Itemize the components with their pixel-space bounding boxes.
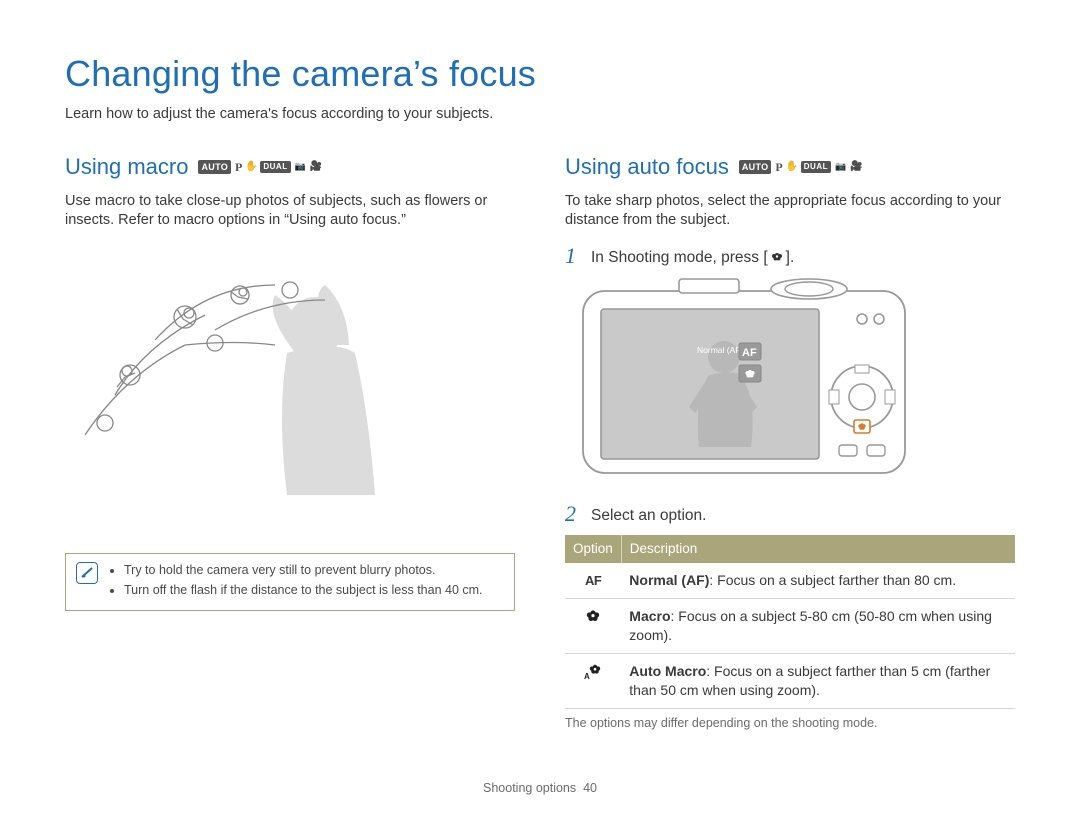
flower-button-icon [768, 248, 786, 266]
macro-paragraph: Use macro to take close-up photos of sub… [65, 192, 515, 231]
camera-diagram: Normal (AF) AF [579, 277, 1015, 483]
step-2: 2 Select an option. [565, 503, 1015, 527]
column-right: Using auto focus AUTO P DUAL To take sha… [565, 152, 1015, 731]
flower-icon [584, 607, 602, 625]
section-heading-autofocus: Using auto focus AUTO P DUAL [565, 152, 1015, 182]
col-option: Option [565, 535, 621, 563]
step-2-text: Select an option. [591, 506, 706, 527]
mode-dual-icon: DUAL [801, 161, 831, 174]
option-icon-auto-macro: A [565, 653, 621, 708]
option-icon-normal-af: AF [565, 563, 621, 598]
mode-p-icon: P [235, 159, 242, 175]
step-1-post: ]. [786, 249, 795, 266]
mode-camera-icon [835, 160, 846, 174]
section-heading-macro: Using macro AUTO P DUAL [65, 152, 515, 182]
col-description: Description [621, 535, 1015, 563]
table-row: A Auto Macro: Focus on a subject farther… [565, 653, 1015, 708]
illustration-svg [65, 245, 495, 535]
heading-label: Using macro [65, 152, 188, 182]
mode-strip-autofocus: AUTO P DUAL [739, 159, 863, 175]
screen-label: Normal (AF) [697, 345, 743, 355]
camera-back-svg: Normal (AF) AF [579, 277, 909, 477]
note-bullet: Turn off the flash if the distance to th… [124, 582, 483, 599]
mode-hand-icon [246, 162, 256, 173]
note-box: Try to hold the camera very still to pre… [65, 553, 515, 611]
step-1: 1 In Shooting mode, press []. [565, 245, 1015, 269]
mode-movie-icon [310, 160, 322, 174]
note-bullets: Try to hold the camera very still to pre… [108, 562, 483, 602]
column-left: Using macro AUTO P DUAL Use macro to tak… [65, 152, 515, 731]
step-1-pre: In Shooting mode, press [ [591, 249, 768, 266]
page-title: Changing the camera’s focus [65, 50, 1015, 99]
option-desc: Normal (AF): Focus on a subject farther … [621, 563, 1015, 598]
mode-camera-icon [295, 160, 306, 174]
note-icon [76, 562, 98, 584]
mode-dual-icon: DUAL [260, 161, 290, 174]
options-footnote: The options may differ depending on the … [565, 715, 1015, 732]
option-desc: Auto Macro: Focus on a subject farther t… [621, 653, 1015, 708]
mode-hand-icon [787, 162, 797, 173]
step-number: 1 [565, 245, 581, 267]
autofocus-paragraph: To take sharp photos, select the appropr… [565, 192, 1015, 231]
mode-auto-icon: AUTO [739, 160, 772, 174]
table-row: AF Normal (AF): Focus on a subject farth… [565, 563, 1015, 598]
step-number: 2 [565, 503, 581, 525]
mode-movie-icon [850, 160, 862, 174]
step-1-text: In Shooting mode, press []. [591, 248, 794, 269]
svg-text:A: A [584, 672, 590, 681]
mode-auto-icon: AUTO [198, 160, 231, 174]
option-icon-macro [565, 599, 621, 654]
intro-text: Learn how to adjust the camera's focus a… [65, 105, 1015, 125]
options-table: Option Description AF Normal (AF): Focus… [565, 535, 1015, 709]
manual-page: Changing the camera’s focus Learn how to… [0, 0, 1080, 815]
note-bullet: Try to hold the camera very still to pre… [124, 562, 483, 579]
macro-illustration [65, 245, 515, 535]
footer-section: Shooting options [483, 781, 576, 795]
mode-p-icon: P [775, 159, 782, 175]
heading-label: Using auto focus [565, 152, 729, 182]
option-desc: Macro: Focus on a subject 5-80 cm (50-80… [621, 599, 1015, 654]
footer-page-number: 40 [583, 781, 597, 795]
auto-flower-icon: A [583, 662, 603, 682]
table-row: Macro: Focus on a subject 5-80 cm (50-80… [565, 599, 1015, 654]
page-footer: Shooting options 40 [0, 780, 1080, 797]
mode-strip-macro: AUTO P DUAL [198, 159, 322, 175]
af-icon: AF [585, 573, 601, 588]
two-column-layout: Using macro AUTO P DUAL Use macro to tak… [65, 152, 1015, 731]
screen-af-badge: AF [742, 347, 757, 359]
